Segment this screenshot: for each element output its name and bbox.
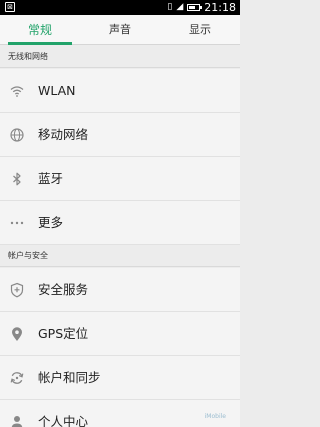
sync-icon [10, 372, 24, 384]
bluetooth-icon [13, 172, 21, 186]
notification-icon: ⊠ [5, 2, 15, 12]
clock-time: 21:18 [204, 1, 236, 14]
settings-item-label: 蓝牙 [38, 171, 64, 186]
settings-item-more[interactable]: 更多 [0, 201, 240, 245]
watermark: iMobile [204, 413, 226, 420]
settings-item-bluetooth[interactable]: 蓝牙 [0, 157, 240, 201]
signal-icon: ◢ [176, 2, 184, 12]
shield-icon [10, 282, 24, 298]
section-header-account-security: 帐户与安全 [0, 245, 240, 267]
status-bar: ⊠ ▯ ◢ 21:18 [0, 0, 240, 15]
settings-item-label: 个人中心 [38, 414, 89, 427]
tab-general[interactable]: 常规 [0, 15, 80, 45]
wifi-icon [10, 86, 24, 97]
globe-icon [10, 128, 24, 142]
more-dots-icon [10, 221, 24, 225]
settings-item-security-service[interactable]: 安全服务 [0, 268, 240, 312]
vibrate-icon: ▯ [167, 2, 173, 12]
settings-item-label: GPS定位 [38, 326, 89, 341]
tab-display[interactable]: 显示 [160, 15, 240, 44]
settings-item-wlan[interactable]: WLAN [0, 69, 240, 113]
settings-item-gps[interactable]: GPS定位 [0, 312, 240, 356]
settings-item-label: 帐户和同步 [38, 370, 101, 385]
tab-sound[interactable]: 声音 [80, 15, 160, 44]
settings-item-label: 安全服务 [38, 282, 89, 297]
battery-icon [187, 4, 203, 11]
settings-item-mobile-network[interactable]: 移动网络 [0, 113, 240, 157]
section-header-wireless: 无线和网络 [0, 46, 240, 68]
person-icon [11, 416, 23, 427]
settings-tabbar: 常规 声音 显示 [0, 15, 240, 45]
location-pin-icon [12, 327, 22, 341]
settings-item-label: 移动网络 [38, 127, 89, 142]
settings-item-account-sync[interactable]: 帐户和同步 [0, 356, 240, 400]
settings-item-label: 更多 [38, 215, 64, 230]
settings-item-label: WLAN [38, 83, 76, 98]
